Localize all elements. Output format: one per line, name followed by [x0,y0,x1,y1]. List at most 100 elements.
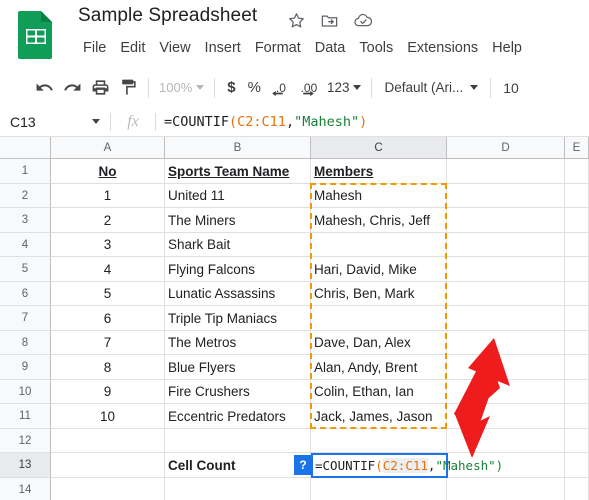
number-format-button[interactable]: 123 [323,76,366,99]
menu-item-tools[interactable]: Tools [352,36,400,60]
cell-c6[interactable]: Chris, Ben, Mark [311,282,447,306]
cell-b6[interactable]: Lunatic Assassins [165,282,311,306]
cell-d9[interactable] [447,355,565,380]
function-icon[interactable]: fx [111,113,155,131]
cell-d4[interactable] [447,233,565,257]
menu-item-file[interactable]: File [76,36,113,60]
cell-a9[interactable]: 8 [51,355,165,380]
cell-e5[interactable] [565,257,589,282]
cell-editor[interactable]: =COUNTIF(C2:C11, "Mahesh") [311,453,503,478]
font-size-input[interactable]: 10 [497,76,525,100]
column-header-e[interactable]: E [565,137,589,159]
currency-format-button[interactable]: $ [221,75,241,101]
cell-c8[interactable]: Dave, Dan, Alex [311,331,447,355]
cell-e2[interactable] [565,184,589,208]
cell-c9[interactable]: Alan, Andy, Brent [311,355,447,380]
cell-e11[interactable] [565,404,589,429]
decrease-decimal-button[interactable]: .0 [267,74,295,102]
star-icon[interactable] [287,11,306,30]
row-header-12[interactable]: 12 [0,429,51,453]
row-header-11[interactable]: 11 [0,404,51,429]
increase-decimal-button[interactable]: .00 [295,74,323,102]
cell-c3[interactable]: Mahesh, Chris, Jeff [311,208,447,233]
cell-e3[interactable] [565,208,589,233]
row-header-3[interactable]: 3 [0,208,51,233]
cell-d11[interactable] [447,404,565,429]
cell-a12[interactable] [51,429,165,453]
name-box[interactable]: C13 [0,107,110,137]
cell-b2[interactable]: United 11 [165,184,311,208]
zoom-control[interactable]: 100% [155,77,208,98]
cell-d12[interactable] [447,429,565,453]
cell-c7[interactable] [311,306,447,331]
document-title[interactable]: Sample Spreadsheet [78,5,257,27]
menu-item-data[interactable]: Data [308,36,353,60]
row-header-5[interactable]: 5 [0,257,51,282]
cell-e6[interactable] [565,282,589,306]
cell-d2[interactable] [447,184,565,208]
cell-e7[interactable] [565,306,589,331]
cell-a3[interactable]: 2 [51,208,165,233]
row-header-1[interactable]: 1 [0,159,51,184]
cell-d8[interactable] [447,331,565,355]
cell-b11[interactable]: Eccentric Predators [165,404,311,429]
row-header-10[interactable]: 10 [0,380,51,404]
cell-a7[interactable]: 6 [51,306,165,331]
cell-e13[interactable] [565,453,589,478]
cell-c1[interactable]: Members [311,159,447,184]
menu-item-edit[interactable]: Edit [113,36,152,60]
cell-d1[interactable] [447,159,565,184]
cell-b10[interactable]: Fire Crushers [165,380,311,404]
cell-a5[interactable]: 4 [51,257,165,282]
cell-b12[interactable] [165,429,311,453]
undo-icon[interactable] [30,74,58,102]
cell-a6[interactable]: 5 [51,282,165,306]
print-icon[interactable] [86,74,114,102]
cell-e12[interactable] [565,429,589,453]
cell-e4[interactable] [565,233,589,257]
column-header-c[interactable]: C [311,137,447,159]
menu-item-help[interactable]: Help [485,36,529,60]
menu-item-extensions[interactable]: Extensions [400,36,485,60]
cell-c14[interactable] [311,478,447,500]
row-header-2[interactable]: 2 [0,184,51,208]
column-header-a[interactable]: A [51,137,165,159]
cell-d14[interactable] [447,478,565,500]
spreadsheet-grid[interactable]: A B C D E 1 2 3 4 5 6 7 8 9 10 11 12 13 … [0,137,589,500]
cell-d5[interactable] [447,257,565,282]
cell-b7[interactable]: Triple Tip Maniacs [165,306,311,331]
cell-e9[interactable] [565,355,589,380]
cell-e14[interactable] [565,478,589,500]
cell-a14[interactable] [51,478,165,500]
cell-b4[interactable]: Shark Bait [165,233,311,257]
row-header-9[interactable]: 9 [0,355,51,380]
row-header-13[interactable]: 13 [0,453,51,478]
move-to-folder-icon[interactable] [320,11,339,30]
cell-e10[interactable] [565,380,589,404]
font-family-selector[interactable]: Default (Ari... [378,76,484,99]
cell-a1[interactable]: No [51,159,165,184]
row-header-8[interactable]: 8 [0,331,51,355]
formula-input[interactable]: =COUNTIF(C2:C11, "Mahesh") [156,107,589,137]
cell-d10[interactable] [447,380,565,404]
cell-c4[interactable] [311,233,447,257]
cell-a2[interactable]: 1 [51,184,165,208]
cell-a10[interactable]: 9 [51,380,165,404]
paint-format-icon[interactable] [114,74,142,102]
cell-b5[interactable]: Flying Falcons [165,257,311,282]
cell-c10[interactable]: Colin, Ethan, Ian [311,380,447,404]
column-header-d[interactable]: D [447,137,565,159]
cloud-saved-icon[interactable] [353,11,374,30]
percent-format-button[interactable]: % [242,75,267,101]
menu-item-insert[interactable]: Insert [198,36,248,60]
redo-icon[interactable] [58,74,86,102]
cell-b13[interactable]: Cell Count [165,453,311,478]
row-header-6[interactable]: 6 [0,282,51,306]
formula-help-badge[interactable]: ? [294,455,312,475]
cell-b1[interactable]: Sports Team Name [165,159,311,184]
column-header-b[interactable]: B [165,137,311,159]
cell-c2[interactable]: Mahesh [311,184,447,208]
cell-c11[interactable]: Jack, James, Jason [311,404,447,429]
menu-item-format[interactable]: Format [248,36,308,60]
cell-b8[interactable]: The Metros [165,331,311,355]
